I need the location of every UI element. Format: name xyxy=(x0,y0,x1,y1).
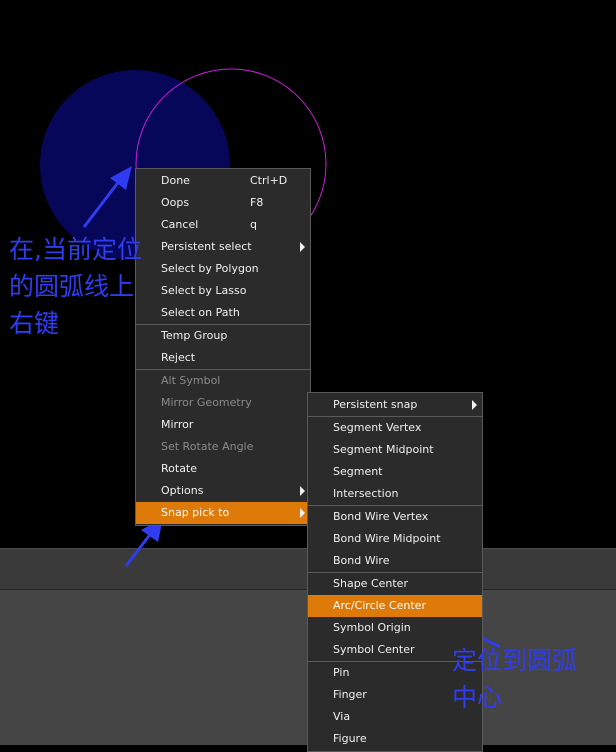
menu-item-segment-vertex[interactable]: Segment Vertex xyxy=(308,417,482,439)
shortcut-label: F8 xyxy=(250,196,264,209)
menu-item-persistent-select[interactable]: Persistent select xyxy=(136,236,310,258)
menu-item-label: Mirror xyxy=(161,418,194,431)
menu-item-rotate[interactable]: Rotate xyxy=(136,458,310,480)
menu-item-label: Segment Midpoint xyxy=(333,443,434,456)
menu-item-label: Bond Wire xyxy=(333,554,390,567)
menu-item-oops[interactable]: Oops F8 xyxy=(136,192,310,214)
context-menu: Done Ctrl+D Oops F8 Cancel q Persistent sel… xyxy=(135,168,311,526)
menu-item-segment[interactable]: Segment xyxy=(308,461,482,483)
submenu-arrow-icon xyxy=(300,242,305,252)
annotation-line: 的圆弧线上 xyxy=(9,272,135,301)
menu-item-figure[interactable]: Figure xyxy=(308,728,482,750)
arrow-to-snap xyxy=(124,531,154,567)
menu-item-label: Segment xyxy=(333,465,383,478)
menu-item-set-rotate-angle: Set Rotate Angle xyxy=(136,436,310,458)
menu-item-label: Mirror Geometry xyxy=(161,396,252,409)
annotation-line: 右键 xyxy=(9,309,60,338)
menu-item-label: Done xyxy=(161,174,190,187)
menu-item-symbol-origin[interactable]: Symbol Origin xyxy=(308,617,482,639)
menu-item-label: Select on Path xyxy=(161,306,240,319)
menu-item-alt-symbol: Alt Symbol xyxy=(136,370,310,392)
menu-item-label: Reject xyxy=(161,351,196,364)
menu-item-label: Symbol Center xyxy=(333,643,415,656)
menu-item-label: Persistent select xyxy=(161,240,252,253)
menu-item-label: Intersection xyxy=(333,487,399,500)
submenu-arrow-icon xyxy=(472,400,477,410)
menu-item-bond-wire[interactable]: Bond Wire xyxy=(308,550,482,572)
menu-item-temp-group[interactable]: Temp Group xyxy=(136,325,310,347)
annotation-line: 中心 xyxy=(452,683,503,712)
annotation-line: 在,当前定位 xyxy=(9,235,142,264)
menu-item-snap-pick-to[interactable]: Snap pick to xyxy=(136,502,310,524)
shortcut-label: Ctrl+D xyxy=(250,174,288,187)
menu-item-select-on-path[interactable]: Select on Path xyxy=(136,302,310,324)
menu-item-arc-circle-center[interactable]: Arc/Circle Center xyxy=(308,595,482,617)
menu-item-label: Cancel xyxy=(161,218,199,231)
menu-item-select-by-lasso[interactable]: Select by Lasso xyxy=(136,280,310,302)
menu-item-bond-wire-midpoint[interactable]: Bond Wire Midpoint xyxy=(308,528,482,550)
menu-item-label: Figure xyxy=(333,732,367,745)
menu-item-label: Arc/Circle Center xyxy=(333,599,426,612)
menu-item-label: Set Rotate Angle xyxy=(161,440,254,453)
menu-item-bond-wire-vertex[interactable]: Bond Wire Vertex xyxy=(308,506,482,528)
menu-item-label: Finger xyxy=(333,688,367,701)
menu-item-done[interactable]: Done Ctrl+D xyxy=(136,170,310,192)
menu-item-label: Options xyxy=(161,484,204,497)
menu-item-segment-midpoint[interactable]: Segment Midpoint xyxy=(308,439,482,461)
menu-item-intersection[interactable]: Intersection xyxy=(308,483,482,505)
menu-item-label: Bond Wire Midpoint xyxy=(333,532,441,545)
menu-item-label: Pin xyxy=(333,666,350,679)
submenu-arrow-icon xyxy=(300,508,305,518)
menu-item-label: Shape Center xyxy=(333,577,408,590)
annotation-snap-to-arc-center: 定位到圆弧 中心 xyxy=(452,642,577,716)
annotation-line: 定位到圆弧 xyxy=(452,646,578,675)
annotation-right-click-on-arc: 在,当前定位 的圆弧线上 右键 xyxy=(9,231,142,342)
menu-item-label: Temp Group xyxy=(161,329,228,342)
menu-item-select-by-polygon[interactable]: Select by Polygon xyxy=(136,258,310,280)
menu-item-cancel[interactable]: Cancel q xyxy=(136,214,310,236)
menu-item-mirror[interactable]: Mirror xyxy=(136,414,310,436)
menu-item-label: Rotate xyxy=(161,462,198,475)
menu-item-mirror-geometry: Mirror Geometry xyxy=(136,392,310,414)
menu-item-shape-center[interactable]: Shape Center xyxy=(308,573,482,595)
menu-item-label: Select by Polygon xyxy=(161,262,259,275)
menu-item-label: Persistent snap xyxy=(333,398,418,411)
menu-item-label: Bond Wire Vertex xyxy=(333,510,429,523)
menu-item-label: Segment Vertex xyxy=(333,421,422,434)
menu-item-label: Oops xyxy=(161,196,190,209)
menu-item-label: Alt Symbol xyxy=(161,374,221,387)
menu-item-label: Select by Lasso xyxy=(161,284,247,297)
menu-item-label: Via xyxy=(333,710,351,723)
menu-item-options[interactable]: Options xyxy=(136,480,310,502)
menu-item-persistent-snap[interactable]: Persistent snap xyxy=(308,394,482,416)
menu-item-label: Snap pick to xyxy=(161,506,230,519)
menu-item-reject[interactable]: Reject xyxy=(136,347,310,369)
menu-item-label: Symbol Origin xyxy=(333,621,411,634)
shortcut-label: q xyxy=(250,218,257,231)
submenu-arrow-icon xyxy=(300,486,305,496)
